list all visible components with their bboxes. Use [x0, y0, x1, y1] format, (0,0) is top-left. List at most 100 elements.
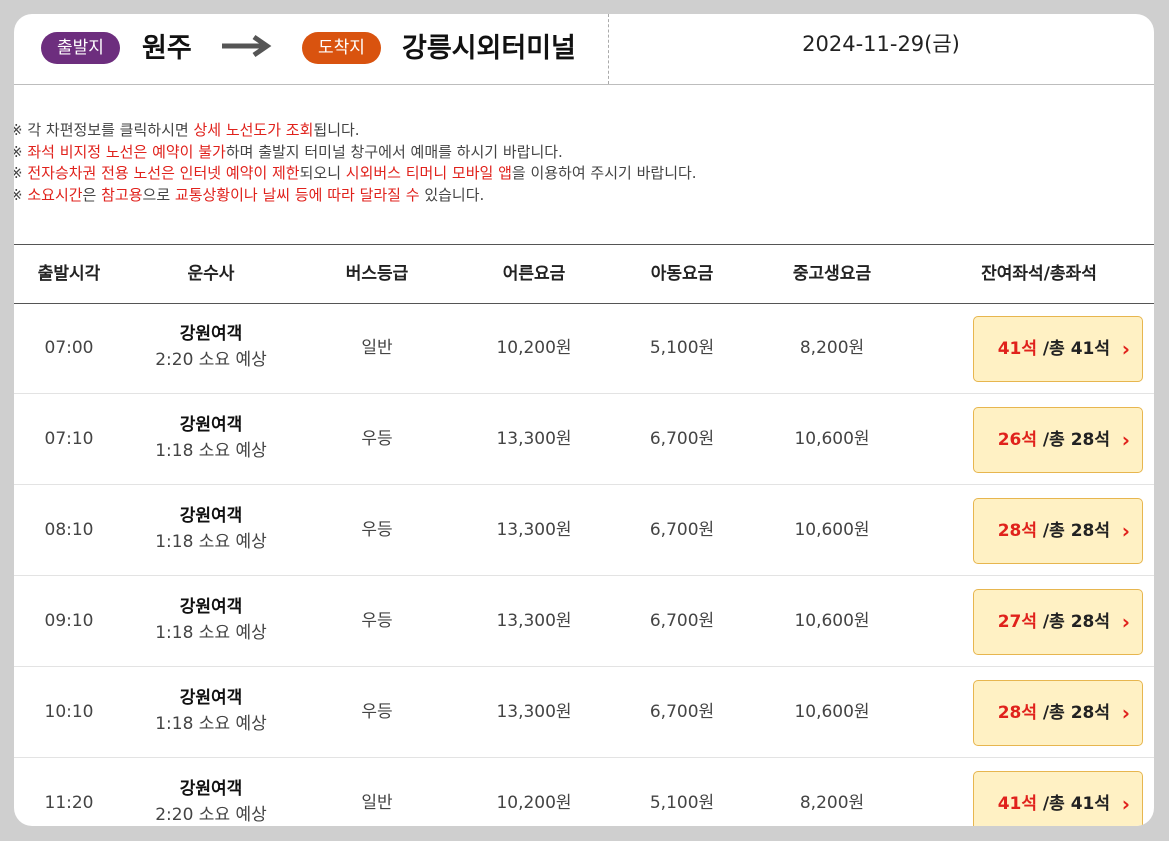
header-departure-time: 출발시각: [37, 264, 101, 284]
table-row[interactable]: 09:10 강원여객 1:18 소요 예상 우등 13,300원 6,700원 10,600…: [14, 576, 1154, 667]
table-row[interactable]: 10:10 강원여객 1:18 소요 예상 우등 13,300원 6,700원 10,600…: [14, 667, 1154, 758]
bus-grade: 일반: [361, 338, 393, 358]
company-cell: 강원여객 1:18 소요 예상: [128, 685, 294, 737]
teen-fare: 10,600원: [794, 429, 870, 449]
teen-fare: 10,600원: [794, 702, 870, 722]
notice-text: ※ 각 차편정보를 클릭하시면: [14, 121, 194, 139]
notice-text: 을 이용하여 주시기 바랍니다.: [511, 164, 697, 182]
departure-time: 10:10: [44, 702, 94, 722]
header-seats: 잔여좌석/총좌석: [981, 264, 1097, 284]
chevron-right-icon: ›: [1121, 519, 1130, 543]
company-name: 강원여객: [179, 415, 243, 435]
child-fare: 6,700원: [649, 702, 715, 722]
seat-select-button[interactable]: 26석 /총 28석 ›: [973, 407, 1143, 473]
company-cell: 강원여객 2:20 소요 예상: [128, 776, 294, 826]
total-seats: /총 28석: [1037, 521, 1110, 541]
chevron-right-icon: ›: [1121, 337, 1130, 361]
notice-text: ※: [14, 143, 27, 161]
notice-list: ※ 각 차편정보를 클릭하시면 상세 노선도가 조회됩니다.※ 좌석 비지정 노…: [14, 120, 1150, 206]
arrival-terminal: 강릉시외터미널: [402, 33, 576, 64]
departure-time: 07:10: [44, 429, 94, 449]
notice-text: ※: [14, 164, 27, 182]
notice-text: 하며 출발지 터미널 창구에서 예매를 하시기 바랍니다.: [225, 142, 563, 161]
child-fare: 6,700원: [649, 611, 715, 631]
bus-grade: 우등: [361, 429, 393, 449]
remaining-seats: 41석: [997, 794, 1038, 814]
total-seats: /총 28석: [1037, 430, 1110, 450]
total-seats: /총 28석: [1037, 703, 1110, 723]
seat-select-button[interactable]: 28석 /총 28석 ›: [973, 498, 1143, 564]
adult-fare: 13,300원: [496, 702, 572, 722]
notice-text: ※: [14, 186, 27, 204]
notice-highlight: 시외버스 티머니 모바일 앱: [345, 164, 512, 182]
notice-text: 으로: [142, 185, 175, 204]
company-cell: 강원여객 1:18 소요 예상: [128, 412, 294, 464]
header-child-fare: 아동요금: [650, 264, 714, 284]
notice-highlight: 교통상황이나 날씨 등에 따라 달라질 수: [174, 185, 420, 204]
estimated-duration: 2:20 소요 예상: [155, 805, 267, 825]
adult-fare: 10,200원: [496, 793, 572, 813]
notice-highlight: 예약이 불가: [152, 142, 226, 161]
bus-grade: 우등: [361, 702, 393, 722]
chevron-right-icon: ›: [1121, 792, 1130, 816]
seat-select-button[interactable]: 28석 /총 28석 ›: [973, 680, 1143, 746]
teen-fare: 8,200원: [799, 793, 865, 813]
notice-text: 되오니: [299, 164, 346, 182]
estimated-duration: 1:18 소요 예상: [155, 532, 267, 552]
total-seats: /총 41석: [1037, 339, 1110, 359]
seat-select-button[interactable]: 41석 /총 41석 ›: [973, 771, 1143, 826]
table-row[interactable]: 07:00 강원여객 2:20 소요 예상 일반 10,200원 5,100원 8,200원…: [14, 303, 1154, 394]
table-row[interactable]: 11:20 강원여객 2:20 소요 예상 일반 10,200원 5,100원 8,200원…: [14, 758, 1154, 826]
estimated-duration: 1:18 소요 예상: [155, 714, 267, 734]
table-row[interactable]: 07:10 강원여객 1:18 소요 예상 우등 13,300원 6,700원 10,600…: [14, 394, 1154, 485]
notice-line: ※ 각 차편정보를 클릭하시면 상세 노선도가 조회됩니다.: [14, 120, 1150, 142]
company-name: 강원여객: [179, 597, 243, 617]
company-name: 강원여객: [179, 324, 243, 344]
departure-terminal: 원주: [142, 33, 192, 64]
header-company: 운수사: [187, 264, 235, 284]
notice-highlight: 전자승차권 전용 노선은: [27, 164, 175, 182]
remaining-seats: 26석: [997, 430, 1038, 450]
teen-fare: 8,200원: [799, 338, 865, 358]
notice-line: ※ 좌석 비지정 노선은 예약이 불가하며 출발지 터미널 창구에서 예매를 하…: [14, 142, 1150, 164]
adult-fare: 13,300원: [496, 429, 572, 449]
total-seats: /총 28석: [1037, 612, 1110, 632]
remaining-seats: 28석: [997, 703, 1038, 723]
header-teen-fare: 중고생요금: [792, 264, 872, 284]
company-cell: 강원여객 2:20 소요 예상: [128, 321, 294, 373]
notice-highlight: 인터넷 예약이 제한: [179, 164, 300, 182]
chevron-right-icon: ›: [1121, 610, 1130, 634]
notice-highlight: 좌석 비지정 노선은: [27, 142, 148, 161]
child-fare: 6,700원: [649, 429, 715, 449]
company-cell: 강원여객 1:18 소요 예상: [128, 503, 294, 555]
schedule-rows: 07:00 강원여객 2:20 소요 예상 일반 10,200원 5,100원 8,200원…: [14, 303, 1154, 826]
departure-time: 08:10: [44, 520, 94, 540]
teen-fare: 10,600원: [794, 520, 870, 540]
notice-highlight: 소요시간: [27, 185, 83, 204]
estimated-duration: 2:20 소요 예상: [155, 350, 267, 370]
remaining-seats: 28석: [997, 521, 1038, 541]
arrow-right-icon: [222, 34, 272, 58]
route-endpoints: 출발지 원주 도착지 강릉시외터미널: [14, 14, 609, 84]
route-summary-bar: 출발지 원주 도착지 강릉시외터미널 2024-11-29(금): [14, 14, 1154, 85]
notice-highlight: 상세 노선도가 조회: [193, 121, 314, 139]
bus-grade: 우등: [361, 611, 393, 631]
child-fare: 5,100원: [649, 338, 715, 358]
company-name: 강원여객: [179, 779, 243, 799]
departure-badge: 출발지: [41, 32, 120, 64]
header-adult-fare: 어른요금: [502, 264, 566, 284]
notice-highlight: 참고용: [101, 185, 143, 204]
header-bus-grade: 버스등급: [345, 264, 409, 284]
seat-select-button[interactable]: 27석 /총 28석 ›: [973, 589, 1143, 655]
company-cell: 강원여객 1:18 소요 예상: [128, 594, 294, 646]
seat-select-button[interactable]: 41석 /총 41석 ›: [973, 316, 1143, 382]
estimated-duration: 1:18 소요 예상: [155, 623, 267, 643]
bus-grade: 일반: [361, 793, 393, 813]
table-row[interactable]: 08:10 강원여객 1:18 소요 예상 우등 13,300원 6,700원 10,600…: [14, 485, 1154, 576]
travel-date: 2024-11-29(금): [802, 32, 960, 56]
notice-text: 됩니다.: [313, 121, 360, 139]
remaining-seats: 27석: [997, 612, 1038, 632]
departure-time: 11:20: [44, 793, 94, 813]
departure-time: 09:10: [44, 611, 94, 631]
total-seats: /총 41석: [1037, 794, 1110, 814]
